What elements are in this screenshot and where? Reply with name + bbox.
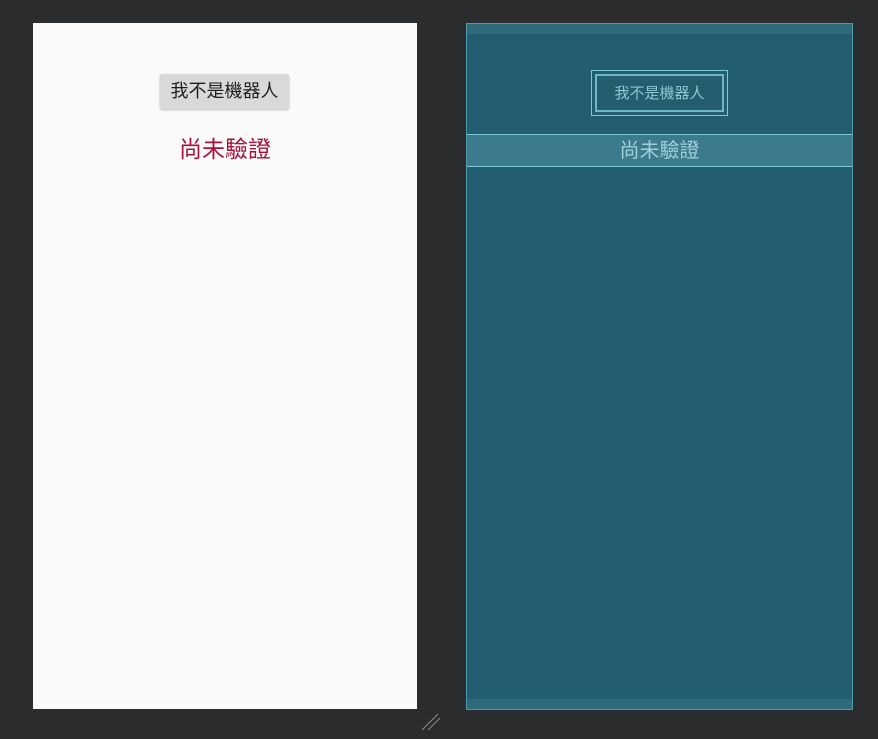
blueprint-verification-status-text[interactable]: 尚未驗證 — [467, 134, 852, 167]
design-preview-screen[interactable]: 我不是機器人 尚未驗證 — [33, 23, 417, 709]
blueprint-preview-screen[interactable]: 我不是機器人 尚未驗證 — [466, 23, 853, 710]
verification-status-text: 尚未驗證 — [179, 137, 271, 163]
blueprint-navigation-bar — [467, 699, 852, 709]
blueprint-button-label: 我不是機器人 — [595, 74, 724, 112]
blueprint-not-a-robot-button[interactable]: 我不是機器人 — [591, 70, 728, 116]
layout-editor-canvas: 我不是機器人 尚未驗證 我不是機器人 尚未驗證 — [0, 0, 878, 739]
not-a-robot-button[interactable]: 我不是機器人 — [160, 74, 289, 109]
resize-handle-icon[interactable] — [420, 712, 442, 732]
blueprint-status-bar — [467, 24, 852, 34]
